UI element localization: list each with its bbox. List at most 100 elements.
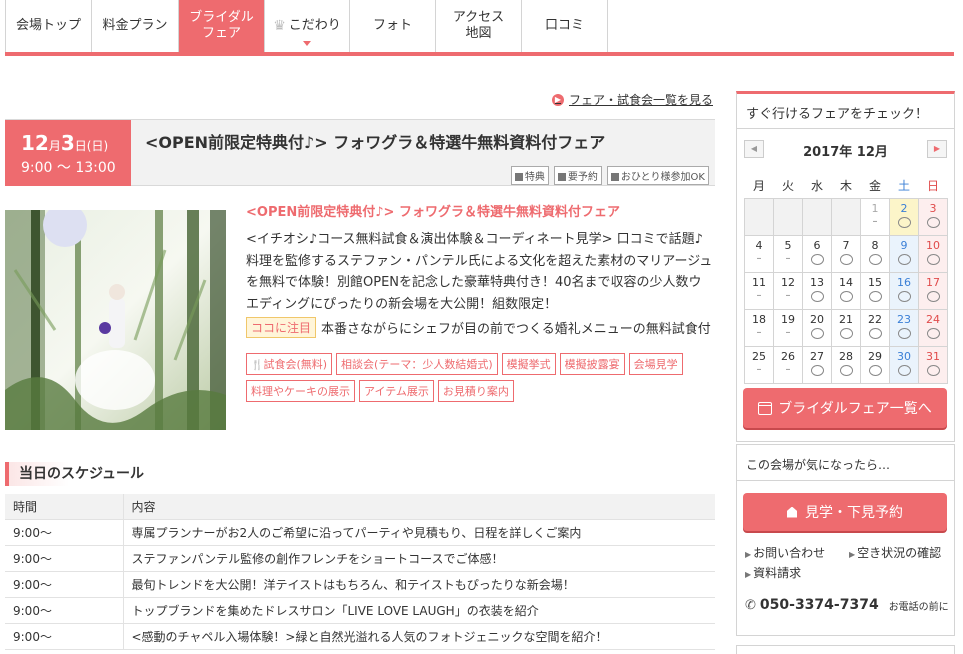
- fair-badge-label: おひとり様参加OK: [620, 172, 705, 183]
- date-weekday: (日): [86, 139, 109, 153]
- calendar-day-number: 8: [871, 238, 879, 252]
- calendar-day[interactable]: 7: [831, 234, 861, 273]
- available-circle-icon: [839, 364, 853, 376]
- phone-number[interactable]: 050-3374-7374: [760, 597, 879, 613]
- person-icon: [610, 173, 619, 181]
- tab-price-plan[interactable]: 料金プラン: [92, 0, 179, 52]
- calendar-day[interactable]: 16: [889, 271, 919, 310]
- fair-tag-label: アイテム展示: [364, 385, 429, 398]
- calendar-day[interactable]: 2: [889, 197, 919, 236]
- divider: [737, 480, 954, 481]
- schedule-col-content: 内容: [123, 494, 715, 520]
- calendar-day[interactable]: 8: [860, 234, 890, 273]
- venue-photo: [5, 210, 226, 430]
- calendar-day-number: 24: [926, 312, 940, 326]
- calendar-day[interactable]: 20: [802, 308, 832, 347]
- nav-tab-label: 会場トップ: [15, 18, 81, 34]
- availability-link[interactable]: ▶ 空き状況の確認: [849, 544, 941, 561]
- schedule-content: 専属プランナーがお2人のご希望に沿ってパーティや見積もり、日程を詳しくご案内: [123, 519, 715, 546]
- fair-tag-label: 模擬挙式: [506, 358, 551, 371]
- calendar-day[interactable]: 14: [831, 271, 861, 310]
- calendar-day-number: 11: [752, 275, 766, 289]
- tab-reviews[interactable]: 口コミ: [522, 0, 607, 52]
- calendar-day[interactable]: 10: [918, 234, 948, 273]
- schedule-header-row: 時間 内容: [5, 494, 715, 520]
- fair-tag: 🍴試食会(無料): [246, 353, 333, 375]
- calendar-day: 11–: [744, 271, 774, 310]
- fair-tag: 会場見学: [628, 353, 683, 375]
- available-circle-icon: [810, 364, 824, 376]
- calendar-day-number: 23: [897, 312, 911, 326]
- date-month-unit: 月: [48, 139, 61, 153]
- inquiry-link-label: お問い合わせ: [753, 546, 826, 560]
- schedule-row: 9:00〜 専属プランナーがお2人のご希望に沿ってパーティや見積もり、日程を詳しく…: [5, 519, 715, 546]
- fair-date-box: 12月3日(日) 9:00 〜 13:00: [5, 120, 131, 186]
- calendar-day[interactable]: 31: [918, 345, 948, 384]
- calendar-day[interactable]: 21: [831, 308, 861, 347]
- available-circle-icon: [897, 216, 911, 228]
- calendar-day[interactable]: 24: [918, 308, 948, 347]
- calendar-day[interactable]: 13: [802, 271, 832, 310]
- fair-tag-label: 会場見学: [633, 358, 678, 371]
- fair-list-link-label: フェア・試食会一覧を見る: [568, 93, 713, 107]
- calendar-day-number: 3: [929, 201, 937, 215]
- nav-tab-label: 口コミ: [544, 18, 584, 34]
- calendar-weekday: 木: [839, 179, 852, 194]
- fair-calendar-panel: すぐ行けるフェアをチェック！ ◀ 2017年 12月 ▶ 月火水木金土日 1–2…: [736, 91, 955, 442]
- tab-venue-top[interactable]: 会場トップ: [6, 0, 92, 52]
- fair-tag: お見積り案内: [437, 380, 514, 402]
- fair-tag-label: 料理やケーキの展示: [251, 385, 350, 398]
- fair-badge: 特典: [510, 166, 549, 185]
- calendar-day[interactable]: 17: [918, 271, 948, 310]
- inquiry-link[interactable]: ▶ お問い合わせ: [745, 544, 825, 561]
- available-circle-icon: [868, 364, 882, 376]
- calendar-day-number: 17: [926, 275, 940, 289]
- calendar-day[interactable]: 22: [860, 308, 890, 347]
- calendar-day[interactable]: 29: [860, 345, 890, 384]
- calendar-day-number: 16: [897, 275, 911, 289]
- schedule-content: ステファンパンテル監修の創作フレンチをショートコースでご体感！: [123, 545, 715, 572]
- schedule-time: 9:00〜: [5, 623, 124, 650]
- tab-access-map[interactable]: アクセス 地図: [436, 0, 522, 52]
- available-circle-icon: [839, 290, 853, 302]
- tab-photo[interactable]: フォト: [350, 0, 436, 52]
- schedule-col-time: 時間: [5, 494, 124, 520]
- fair-subtitle[interactable]: <OPEN前限定特典付♪> フォワグラ＆特選牛無料資料付フェア: [246, 201, 620, 220]
- calendar-day-number: 18: [752, 312, 766, 326]
- visit-reservation-button[interactable]: 見学・下見予約: [743, 493, 947, 531]
- available-circle-icon: [926, 327, 940, 339]
- nav-tab-label: 料金プラン: [102, 18, 168, 34]
- contact-panel-title: この会場が気になったら…: [746, 458, 891, 472]
- next-month-button[interactable]: ▶: [927, 140, 947, 158]
- brochure-link[interactable]: ▶ 資料請求: [745, 564, 801, 581]
- schedule-time: 9:00〜: [5, 519, 124, 546]
- gift-icon: [514, 173, 523, 181]
- fair-list-link[interactable]: ▶ フェア・試食会一覧を見る: [551, 91, 713, 108]
- schedule-heading: 当日のスケジュール: [5, 462, 185, 486]
- available-circle-icon: [926, 364, 940, 376]
- calendar-day[interactable]: 23: [889, 308, 919, 347]
- calendar-day-number: 26: [781, 349, 795, 363]
- calendar-day[interactable]: 3: [918, 197, 948, 236]
- calendar-day[interactable]: 6: [802, 234, 832, 273]
- attention-row: ココに注目 本番さながらにシェフが目の前でつくる婚礼メニューの無料試食付: [246, 317, 711, 338]
- calendar-day[interactable]: 27: [802, 345, 832, 384]
- available-circle-icon: [839, 253, 853, 265]
- calendar-day[interactable]: 28: [831, 345, 861, 384]
- bridal-fair-list-button[interactable]: ブライダルフェア一覧へ: [743, 388, 947, 428]
- nav-tab-label: ブライダル フェア: [189, 10, 254, 41]
- available-circle-icon: [868, 253, 882, 265]
- tab-bridal-fair[interactable]: ブライダル フェア: [179, 0, 265, 52]
- availability-link-label: 空き状況の確認: [857, 546, 942, 560]
- calendar-day[interactable]: 30: [889, 345, 919, 384]
- calendar-day[interactable]: 15: [860, 271, 890, 310]
- schedule-row: 9:00〜 トップブランドを集めたドレスサロン「LIVE LOVE LAUGH」の…: [5, 597, 715, 624]
- fair-tag: アイテム展示: [359, 380, 434, 402]
- attention-badge: ココに注目: [246, 317, 317, 338]
- schedule-content: <感動のチャペル入場体験！>緑と自然光溢れる人気のフォトジェニックな空間を紹介！: [123, 623, 715, 650]
- calendar-day[interactable]: 9: [889, 234, 919, 273]
- fair-tag: 料理やケーキの展示: [246, 380, 355, 402]
- tab-kodawari[interactable]: ♛ こだわり: [265, 0, 350, 52]
- triangle-right-icon: ▶: [849, 550, 856, 559]
- chevron-right-icon: ▶: [933, 144, 941, 153]
